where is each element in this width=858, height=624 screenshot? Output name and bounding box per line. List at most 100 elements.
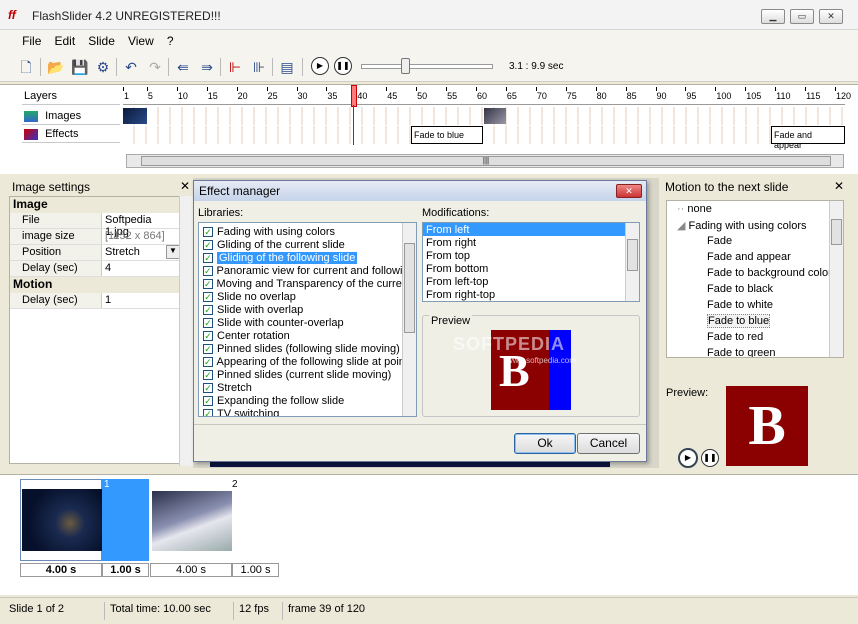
modification-item[interactable]: From right — [423, 236, 625, 249]
effects-track[interactable] — [123, 126, 845, 144]
modification-item[interactable]: From top — [423, 249, 625, 262]
libraries-scrollbar[interactable] — [402, 223, 416, 416]
library-item[interactable]: ✓ Panoramic view for current and followin… — [199, 264, 415, 277]
checkbox-icon[interactable]: ✓ — [203, 369, 213, 380]
slide-2-duration[interactable]: 4.00 s — [150, 563, 232, 577]
minimize-button[interactable]: ▁ — [761, 9, 785, 24]
checkbox-icon[interactable]: ✓ — [203, 265, 213, 276]
menu-help[interactable]: ? — [162, 30, 179, 52]
slide-1-transition[interactable]: 1.00 s — [102, 563, 149, 577]
position-dropdown[interactable]: Stretch ▼ — [102, 245, 180, 260]
new-file-icon[interactable]: 🗋 — [16, 57, 36, 77]
image-settings-scrollbar[interactable] — [179, 196, 193, 466]
open-folder-icon[interactable]: 📂 — [46, 57, 66, 77]
menu-view[interactable]: View — [123, 30, 159, 52]
prop-value[interactable]: 1 — [102, 293, 180, 308]
motion-tree[interactable]: ·· none ◢ Fading with using colors Fade Fad… — [666, 200, 844, 358]
motion-play-icon[interactable]: ▶ — [678, 448, 698, 468]
modification-item[interactable]: From left-top — [423, 275, 625, 288]
motion-tree-item[interactable]: Fade and appear — [667, 251, 829, 267]
frame-end-icon[interactable]: ⊪ — [249, 57, 269, 77]
modifications-list[interactable]: From left From right From top From bottom Fr… — [422, 222, 640, 302]
library-item[interactable]: ✓ Slide with counter-overlap — [199, 316, 402, 329]
cancel-button[interactable]: Cancel — [577, 433, 640, 454]
maximize-button[interactable]: ▭ — [790, 9, 814, 24]
playback-slider-thumb[interactable] — [401, 58, 410, 74]
checkbox-icon[interactable]: ✓ — [203, 317, 213, 328]
menu-slide[interactable]: Slide — [83, 30, 120, 52]
library-item[interactable]: ✓ Center rotation — [199, 329, 402, 342]
modification-item[interactable]: From right-top — [423, 288, 625, 301]
effect-fade-and-appear[interactable]: Fade and appear — [771, 126, 845, 150]
timeline-ruler[interactable]: 1 5 10 15 20 25 30 35 40 45 50 55 60 65 70 75 80 85 90 95 10… — [123, 87, 851, 105]
move-slide-right-icon[interactable]: ⇛ — [197, 57, 217, 77]
checkbox-icon[interactable]: ✓ — [203, 330, 213, 341]
modification-item[interactable]: From bottom — [423, 262, 625, 275]
checkbox-icon[interactable]: ✓ — [203, 239, 213, 250]
checkbox-icon[interactable]: ✓ — [203, 343, 213, 354]
checkbox-icon[interactable]: ✓ — [203, 356, 213, 367]
pause-icon[interactable]: ❚❚ — [334, 57, 352, 75]
slide-1-duration[interactable]: 4.00 s — [20, 563, 102, 577]
checkbox-icon[interactable]: ✓ — [203, 252, 213, 263]
library-item[interactable]: ✓ TV switching — [199, 407, 402, 416]
dialog-close-button[interactable]: ✕ — [616, 184, 642, 198]
move-slide-left-icon[interactable]: ⇚ — [173, 57, 193, 77]
layer-images[interactable]: Images — [22, 107, 120, 125]
prop-row[interactable]: Delay (sec) 1 — [10, 293, 180, 309]
ok-button[interactable]: Ok — [514, 433, 576, 454]
prop-row[interactable]: File Softpedia 1.jpg — [10, 213, 180, 238]
library-item[interactable]: ✓ Gliding of the following slide — [199, 251, 402, 264]
checkbox-icon[interactable]: ✓ — [203, 304, 213, 315]
playback-slider-track[interactable] — [361, 64, 493, 69]
motion-tree-item[interactable]: Fade to blue — [667, 314, 829, 331]
library-item[interactable]: ✓ Pinned slides (current slide moving) — [199, 368, 402, 381]
close-panel-icon[interactable]: ✕ — [834, 179, 844, 193]
prop-row[interactable]: image size [1152 x 864] — [10, 229, 180, 245]
library-item[interactable]: ✓ Gliding of the current slide — [199, 238, 402, 251]
slide-card-2[interactable]: 2 4.00 s 1.00 s — [150, 479, 280, 577]
frame-start-icon[interactable]: ⊩ — [225, 57, 245, 77]
motion-tree-item[interactable]: ·· none — [667, 203, 829, 219]
undo-icon[interactable]: ↶ — [121, 57, 141, 77]
prop-row[interactable]: Position Stretch ▼ — [10, 245, 180, 261]
motion-tree-item[interactable]: Fade to green — [667, 347, 829, 357]
close-panel-icon[interactable]: ✕ — [180, 179, 190, 193]
export-flash-icon[interactable]: ⚙ — [93, 57, 113, 77]
chevron-down-icon[interactable]: ▼ — [166, 245, 180, 259]
motion-tree-scrollbar[interactable] — [829, 201, 843, 357]
checkbox-icon[interactable]: ✓ — [203, 291, 213, 302]
play-icon[interactable]: ▶ — [311, 57, 329, 75]
motion-tree-item[interactable]: Fade to black — [667, 283, 829, 299]
libraries-list[interactable]: ✓ Fading with using colors ✓ Gliding of the… — [198, 222, 417, 417]
library-item[interactable]: ✓ Stretch — [199, 381, 402, 394]
motion-tree-item[interactable]: Fade to red — [667, 331, 829, 347]
library-item[interactable]: ✓ Fading with using colors — [199, 225, 402, 238]
timeline-scrollbar[interactable]: ||| — [126, 154, 844, 168]
motion-tree-item[interactable]: Fade to background color — [667, 267, 832, 283]
library-item[interactable]: ✓ Appearing of the following slide at poi… — [199, 355, 408, 368]
prop-value[interactable]: Softpedia 1.jpg — [102, 213, 180, 238]
slide-2-transition[interactable]: 1.00 s — [232, 563, 279, 577]
library-item[interactable]: ✓ Pinned slides (following slide moving) — [199, 342, 402, 355]
motion-tree-item[interactable]: Fade — [667, 235, 829, 251]
menu-file[interactable]: File — [17, 30, 46, 52]
close-button[interactable]: ✕ — [819, 9, 843, 24]
library-item[interactable]: ✓ Slide no overlap — [199, 290, 402, 303]
redo-icon[interactable]: ↷ — [145, 57, 165, 77]
modification-item[interactable]: From left — [423, 223, 625, 236]
checkbox-icon[interactable]: ✓ — [203, 226, 213, 237]
save-icon[interactable]: 💾 — [70, 57, 90, 77]
layer-effects[interactable]: Effects — [22, 125, 120, 143]
slide-1-transition-block[interactable] — [102, 479, 149, 561]
motion-tree-item[interactable]: ◢ Fading with using colors — [667, 219, 829, 235]
slide-card-1[interactable]: 1 4.00 s 1.00 s — [20, 479, 150, 577]
checkbox-icon[interactable]: ✓ — [203, 408, 213, 416]
modifications-scrollbar[interactable] — [625, 223, 639, 301]
library-item[interactable]: ✓ Slide with overlap — [199, 303, 402, 316]
properties-icon[interactable]: ▤ — [277, 57, 297, 77]
playhead-handle[interactable] — [351, 85, 357, 107]
menu-edit[interactable]: Edit — [49, 30, 80, 52]
checkbox-icon[interactable]: ✓ — [203, 382, 213, 393]
checkbox-icon[interactable]: ✓ — [203, 395, 213, 406]
